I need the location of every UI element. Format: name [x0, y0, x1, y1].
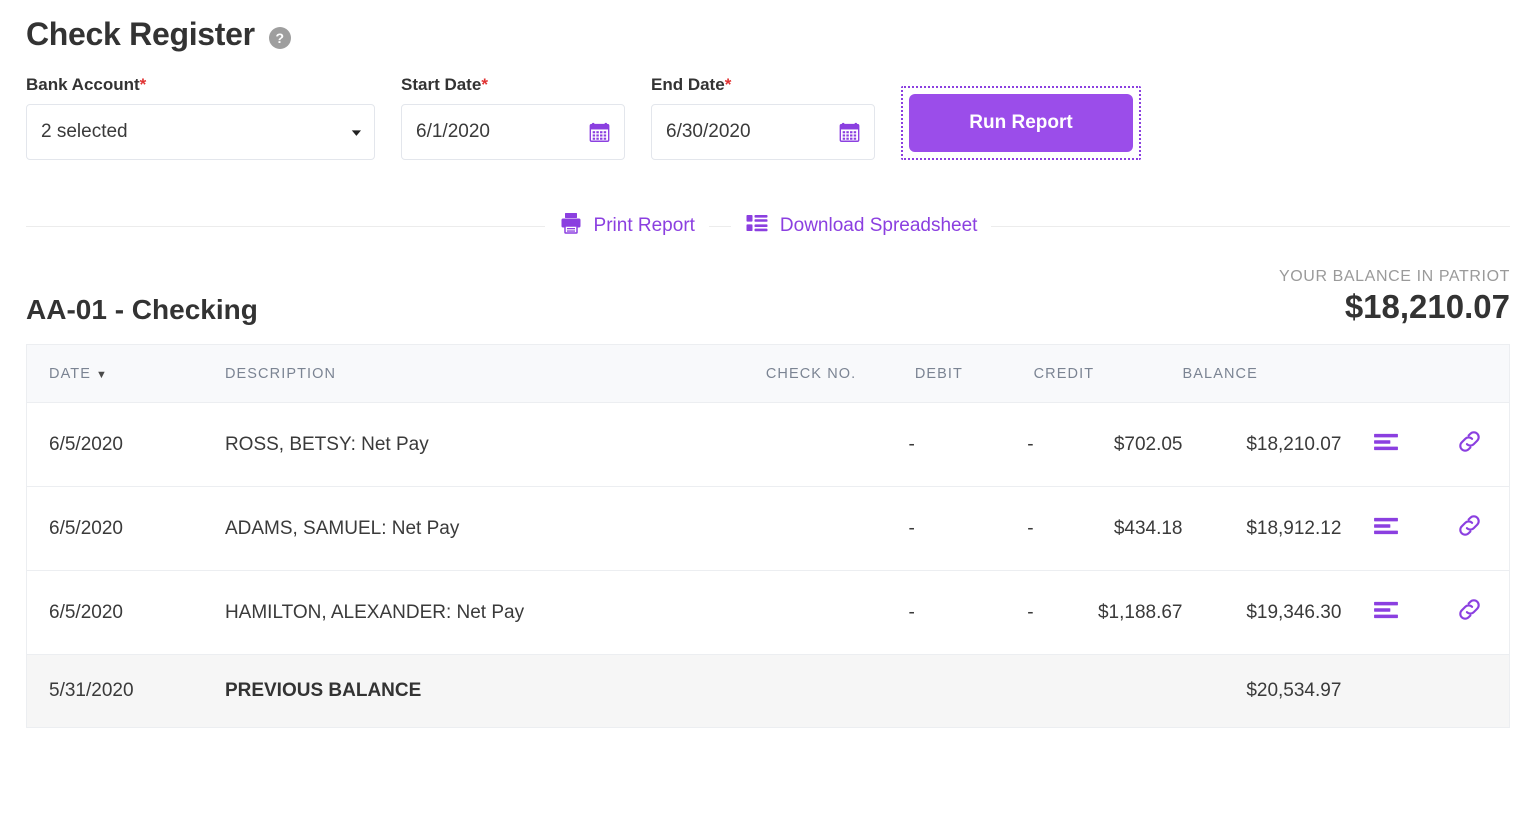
list-lines-icon[interactable]	[1373, 597, 1399, 629]
start-date-field: Start Date* 6/1/2020	[401, 75, 625, 160]
cell-check-no	[766, 655, 915, 728]
cell-date: 6/5/2020	[27, 403, 225, 487]
cell-check-no: -	[766, 403, 915, 487]
cell-debit: -	[915, 403, 1034, 487]
end-date-label-text: End Date	[651, 75, 725, 94]
column-header-description[interactable]: DESCRIPTION	[225, 345, 766, 403]
bank-account-label-text: Bank Account	[26, 75, 140, 94]
check-register-page: Check Register ? Bank Account* 2 selecte…	[0, 0, 1536, 839]
start-date-input[interactable]: 6/1/2020	[401, 104, 625, 160]
cell-link-action[interactable]	[1430, 571, 1509, 655]
end-date-input[interactable]: 6/30/2020	[651, 104, 875, 160]
page-header: Check Register ?	[26, 0, 1510, 53]
cell-balance: $20,534.97	[1183, 655, 1342, 728]
cell-check-no: -	[766, 487, 915, 571]
balance-box: YOUR BALANCE IN PATRIOT $18,210.07	[1279, 268, 1510, 326]
calendar-icon[interactable]	[589, 122, 610, 143]
report-actions: Print Report Download Spreadsheet	[26, 206, 1510, 246]
sort-descending-icon: ▼	[96, 369, 108, 381]
printer-icon	[559, 211, 583, 241]
balance-amount: $18,210.07	[1279, 288, 1510, 326]
table-row: 6/5/2020ROSS, BETSY: Net Pay--$702.05$18…	[27, 403, 1510, 487]
cell-description: ROSS, BETSY: Net Pay	[225, 403, 766, 487]
chain-link-icon[interactable]	[1456, 596, 1483, 629]
end-date-value: 6/30/2020	[666, 121, 839, 143]
check-register-table: DATE ▼ DESCRIPTION CHECK NO. DEBIT CREDIT…	[26, 344, 1510, 728]
download-spreadsheet-link[interactable]: Download Spreadsheet	[731, 211, 992, 241]
cell-date: 6/5/2020	[27, 571, 225, 655]
table-header: DATE ▼ DESCRIPTION CHECK NO. DEBIT CREDIT…	[27, 345, 1510, 403]
column-header-debit[interactable]: DEBIT	[915, 345, 1034, 403]
bank-account-label: Bank Account*	[26, 75, 375, 95]
start-date-value: 6/1/2020	[416, 121, 589, 143]
cell-credit: $434.18	[1034, 487, 1183, 571]
cell-check-no: -	[766, 571, 915, 655]
cell-credit	[1034, 655, 1183, 728]
account-summary: AA-01 - Checking YOUR BALANCE IN PATRIOT…	[26, 268, 1510, 326]
required-asterisk: *	[481, 75, 488, 94]
cell-debit: -	[915, 571, 1034, 655]
list-lines-icon[interactable]	[1373, 513, 1399, 545]
chevron-down-icon: ▾	[352, 126, 361, 137]
cell-description: PREVIOUS BALANCE	[225, 655, 766, 728]
cell-link-action	[1430, 655, 1509, 728]
run-report-button[interactable]: Run Report	[909, 94, 1133, 152]
cell-balance: $19,346.30	[1183, 571, 1342, 655]
column-header-credit[interactable]: CREDIT	[1034, 345, 1183, 403]
column-header-date[interactable]: DATE ▼	[27, 345, 225, 403]
list-lines-icon[interactable]	[1373, 429, 1399, 461]
column-header-date-label: DATE	[49, 366, 91, 382]
column-header-link	[1430, 345, 1509, 403]
table-row: 5/31/2020PREVIOUS BALANCE $20,534.97	[27, 655, 1510, 728]
end-date-label: End Date*	[651, 75, 875, 95]
cell-link-action[interactable]	[1430, 487, 1509, 571]
cell-credit: $1,188.67	[1034, 571, 1183, 655]
cell-details-action	[1341, 655, 1430, 728]
account-name: AA-01 - Checking	[26, 294, 258, 326]
run-report-focus-ring: Run Report	[901, 86, 1141, 160]
spreadsheet-icon	[745, 211, 769, 241]
balance-label: YOUR BALANCE IN PATRIOT	[1279, 268, 1510, 286]
bank-account-value: 2 selected	[41, 121, 345, 143]
required-asterisk: *	[725, 75, 732, 94]
table-row: 6/5/2020ADAMS, SAMUEL: Net Pay--$434.18$…	[27, 487, 1510, 571]
column-header-details	[1341, 345, 1430, 403]
print-report-link[interactable]: Print Report	[545, 211, 709, 241]
calendar-icon[interactable]	[839, 122, 860, 143]
cell-debit	[915, 655, 1034, 728]
cell-details-action[interactable]	[1341, 487, 1430, 571]
start-date-label-text: Start Date	[401, 75, 481, 94]
cell-balance: $18,912.12	[1183, 487, 1342, 571]
end-date-field: End Date* 6/30/2020	[651, 75, 875, 160]
cell-date: 5/31/2020	[27, 655, 225, 728]
cell-description: HAMILTON, ALEXANDER: Net Pay	[225, 571, 766, 655]
cell-description: ADAMS, SAMUEL: Net Pay	[225, 487, 766, 571]
chain-link-icon[interactable]	[1456, 428, 1483, 461]
cell-link-action[interactable]	[1430, 403, 1509, 487]
cell-date: 6/5/2020	[27, 487, 225, 571]
download-spreadsheet-label: Download Spreadsheet	[780, 215, 978, 237]
print-report-label: Print Report	[594, 215, 695, 237]
column-header-check-no[interactable]: CHECK NO.	[766, 345, 915, 403]
table-row: 6/5/2020HAMILTON, ALEXANDER: Net Pay--$1…	[27, 571, 1510, 655]
table-body: 6/5/2020ROSS, BETSY: Net Pay--$702.05$18…	[27, 403, 1510, 728]
page-title: Check Register	[26, 16, 255, 53]
chain-link-icon[interactable]	[1456, 512, 1483, 545]
required-asterisk: *	[140, 75, 147, 94]
column-header-balance[interactable]: BALANCE	[1183, 345, 1342, 403]
bank-account-field: Bank Account* 2 selected ▾	[26, 75, 375, 160]
table-header-row: DATE ▼ DESCRIPTION CHECK NO. DEBIT CREDIT…	[27, 345, 1510, 403]
cell-debit: -	[915, 487, 1034, 571]
help-circle-icon[interactable]: ?	[269, 27, 291, 49]
start-date-label: Start Date*	[401, 75, 625, 95]
cell-balance: $18,210.07	[1183, 403, 1342, 487]
cell-details-action[interactable]	[1341, 403, 1430, 487]
filter-bar: Bank Account* 2 selected ▾ Start Date* 6…	[26, 75, 1510, 160]
bank-account-select[interactable]: 2 selected ▾	[26, 104, 375, 160]
cell-credit: $702.05	[1034, 403, 1183, 487]
cell-details-action[interactable]	[1341, 571, 1430, 655]
